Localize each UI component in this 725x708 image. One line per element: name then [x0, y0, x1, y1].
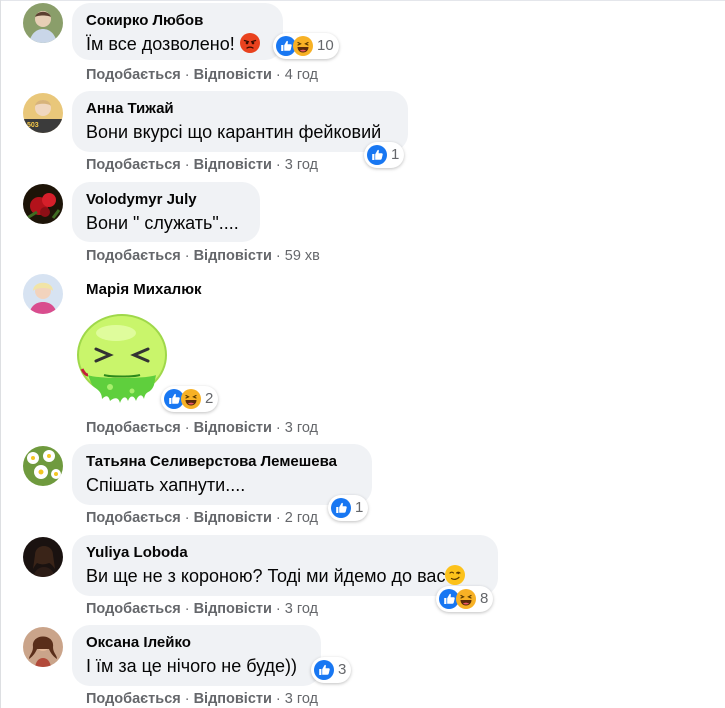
- like-button[interactable]: Подобається: [86, 691, 181, 707]
- comment-author[interactable]: Марія Михалюк: [86, 280, 258, 300]
- like-button[interactable]: Подобається: [86, 248, 181, 264]
- reply-button[interactable]: Відповісти: [194, 691, 272, 707]
- comment-author[interactable]: Volodymyr July: [86, 190, 246, 210]
- like-button[interactable]: Подобається: [86, 510, 181, 526]
- timestamp[interactable]: 4 год: [285, 67, 318, 83]
- like-button[interactable]: Подобається: [86, 420, 181, 436]
- avatar[interactable]: [23, 274, 63, 314]
- comment-author[interactable]: Оксана Ілейко: [86, 633, 307, 653]
- timestamp[interactable]: 3 год: [285, 601, 318, 617]
- timestamp[interactable]: 3 год: [285, 420, 318, 436]
- reaction-count: 1: [391, 146, 400, 163]
- reply-button[interactable]: Відповісти: [194, 67, 272, 83]
- avatar[interactable]: [23, 184, 63, 224]
- angry-emoji-icon: [240, 33, 260, 53]
- like-icon: [314, 660, 334, 680]
- comment-text: Вони " служать"....: [86, 213, 239, 233]
- avatar[interactable]: [23, 627, 63, 667]
- reaction-count: 10: [317, 37, 334, 54]
- haha-icon: [181, 389, 201, 409]
- reaction-count: 2: [205, 390, 214, 407]
- svg-text:503: 503: [27, 122, 39, 129]
- timestamp[interactable]: 3 год: [285, 691, 318, 707]
- comment-actions: Подобається · Відповісти · 2 год: [86, 510, 319, 526]
- comment-text: Їм все дозволено!: [86, 31, 269, 57]
- comment-actions: Подобається · Відповісти · 4 год: [86, 67, 319, 83]
- timestamp[interactable]: 59 хв: [285, 248, 320, 264]
- comment-author[interactable]: Татьяна Селиверстова Лемешева: [86, 452, 358, 472]
- avatar[interactable]: [23, 537, 63, 577]
- comment-text-content: Їм все дозволено!: [86, 34, 235, 54]
- haha-icon: [293, 36, 313, 56]
- vomiting-face-sticker[interactable]: [76, 313, 168, 405]
- reply-button[interactable]: Відповісти: [194, 157, 272, 173]
- like-button[interactable]: Подобається: [86, 601, 181, 617]
- comment-bubble: Анна Тижай Вони вкурсі що карантин фейко…: [72, 91, 408, 152]
- haha-icon: [456, 589, 476, 609]
- comment-actions: Подобається · Відповісти · 3 год: [86, 601, 319, 617]
- left-border: [0, 0, 1, 708]
- comment-text: Ви ще не з короною? Тоді ми йдемо до вас: [86, 563, 484, 589]
- reaction-count: 8: [480, 590, 489, 607]
- timestamp[interactable]: 3 год: [285, 157, 318, 173]
- reply-button[interactable]: Відповісти: [194, 248, 272, 264]
- comment-text: Вони вкурсі що карантин фейковий: [86, 122, 382, 142]
- avatar[interactable]: 503: [23, 93, 63, 133]
- comment-author[interactable]: Yuliya Loboda: [86, 543, 484, 563]
- comment-bubble: Volodymyr July Вони " служать"....: [72, 182, 260, 242]
- comment-actions: Подобається · Відповісти · 3 год: [86, 157, 319, 173]
- comment-author[interactable]: Анна Тижай: [86, 99, 394, 119]
- reaction-count: 1: [355, 499, 364, 516]
- reaction-summary[interactable]: 1: [328, 495, 369, 521]
- reaction-summary[interactable]: 10: [273, 33, 339, 59]
- reaction-count: 3: [338, 661, 347, 678]
- like-button[interactable]: Подобається: [86, 67, 181, 83]
- reaction-summary[interactable]: 3: [311, 657, 352, 683]
- reaction-summary[interactable]: 1: [364, 142, 405, 168]
- top-border: [0, 0, 725, 1]
- comment-bubble: Yuliya Loboda Ви ще не з короною? Тоді м…: [72, 535, 498, 596]
- comment-bubble: Сокирко Любов Їм все дозволено!: [72, 3, 283, 60]
- comment-text: І їм за це нічого не буде)): [86, 656, 298, 676]
- comment-bubble: Оксана Ілейко І їм за це нічого не буде)…: [72, 625, 321, 686]
- like-button[interactable]: Подобається: [86, 157, 181, 173]
- reply-button[interactable]: Відповісти: [194, 601, 272, 617]
- comment-actions: Подобається · Відповісти · 3 год: [86, 420, 319, 436]
- comment-actions: Подобається · Відповісти · 59 хв: [86, 248, 320, 264]
- like-icon: [367, 145, 387, 165]
- smirk-emoji-icon: [445, 565, 465, 585]
- reply-button[interactable]: Відповісти: [194, 510, 272, 526]
- comment-actions: Подобається · Відповісти · 3 год: [86, 691, 319, 707]
- comment-bubble: Татьяна Селиверстова Лемешева Спішать ха…: [72, 444, 372, 505]
- reaction-summary[interactable]: 8: [436, 586, 494, 612]
- comment-text-content: Ви ще не з короною? Тоді ми йдемо до вас: [86, 566, 446, 586]
- comment-bubble: Марія Михалюк: [72, 280, 272, 304]
- comment-text: Спішать хапнути....: [86, 475, 246, 495]
- avatar[interactable]: [23, 446, 63, 486]
- avatar[interactable]: [23, 3, 63, 43]
- like-icon: [331, 498, 351, 518]
- timestamp[interactable]: 2 год: [285, 510, 318, 526]
- comment-author[interactable]: Сокирко Любов: [86, 11, 269, 31]
- reply-button[interactable]: Відповісти: [194, 420, 272, 436]
- reaction-summary[interactable]: 2: [161, 386, 219, 412]
